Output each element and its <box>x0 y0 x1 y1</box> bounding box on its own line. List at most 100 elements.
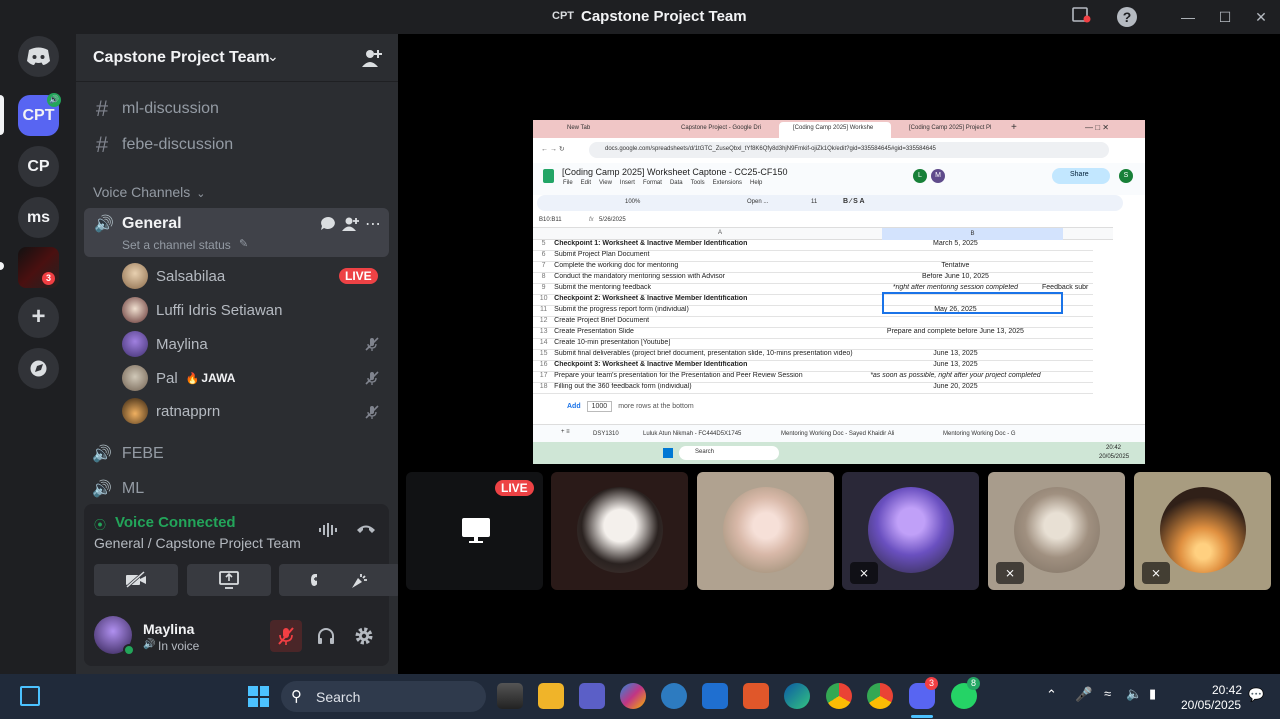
clock-time[interactable]: 20:42 <box>1212 683 1242 697</box>
cell-b[interactable] <box>869 339 1042 349</box>
menu-file[interactable]: File <box>563 180 573 186</box>
sheet-row[interactable]: 15 Submit final deliverables (project bri… <box>533 350 1093 361</box>
cell-b[interactable]: June 13, 2025 <box>869 350 1042 360</box>
font-size-input[interactable]: 11 <box>811 199 817 205</box>
cell-a[interactable]: Create Presentation Slide <box>554 328 869 338</box>
widgets-icon[interactable] <box>20 686 40 706</box>
taskbar-search[interactable]: ⚲ Search <box>281 681 486 712</box>
microphone-icon[interactable]: 🎤 <box>1075 686 1092 703</box>
menu-edit[interactable]: Edit <box>581 180 591 186</box>
mute-mic-button[interactable] <box>270 620 302 652</box>
cell-a[interactable]: Complete the working doc for mentoring <box>554 262 869 272</box>
server-image-icon[interactable]: 3 <box>18 247 59 288</box>
sheet-row[interactable]: 16 Checkpoint 3: Worksheet & Inactive Mem… <box>533 361 1093 372</box>
server-ms[interactable]: ms <box>18 197 59 238</box>
address-bar[interactable]: docs.google.com/spreadsheets/d/1tGTC_Zus… <box>589 142 1109 158</box>
add-rows-button[interactable]: Add <box>567 403 581 410</box>
menu-format[interactable]: Format <box>643 180 662 186</box>
whatsapp-icon[interactable]: 8 <box>951 677 980 709</box>
browser-tab[interactable]: Capstone Project - Google Dri <box>681 125 761 131</box>
voice-location[interactable]: General / Capstone Project Team <box>94 535 301 551</box>
menu-extensions[interactable]: Extensions <box>713 180 742 186</box>
sheet-grid[interactable]: 5 Checkpoint 1: Worksheet & Inactive Memb… <box>533 240 1113 396</box>
inbox-icon[interactable] <box>1070 6 1092 28</box>
more-options-icon[interactable]: ⋯ <box>365 214 381 234</box>
add-rows-input[interactable]: 1000 <box>586 401 613 412</box>
cell-a[interactable]: Submit the progress report form (individ… <box>554 306 869 316</box>
voice-member-luffi[interactable]: Luffi Idris Setiawan <box>122 295 282 325</box>
column-b-header[interactable]: B <box>882 228 1063 240</box>
cell-a[interactable]: Checkpoint 3: Worksheet & Inactive Membe… <box>554 361 869 371</box>
sheet-row[interactable]: 8 Conduct the mandatory mentoring session… <box>533 273 1093 284</box>
volume-icon[interactable]: 🔈 <box>1126 686 1142 702</box>
sheet-row[interactable]: 14 Create 10-min presentation [Youtube] <box>533 339 1093 350</box>
cell-c[interactable] <box>1042 328 1093 338</box>
cell-c[interactable] <box>1042 251 1093 261</box>
maximize-icon[interactable]: ☐ <box>1214 6 1236 28</box>
sheet-tab[interactable]: Luluk Atun Nikmah - FC444D5X1745 <box>643 431 741 437</box>
name-box[interactable]: B10:B11 <box>539 217 562 223</box>
server-header[interactable]: Capstone Project Team ⌄ <box>76 34 398 82</box>
sheet-tab[interactable]: DSY1310 <box>593 431 619 437</box>
cell-b[interactable]: Prepare and complete before June 13, 202… <box>869 328 1042 338</box>
cell-a[interactable]: Checkpoint 1: Worksheet & Inactive Membe… <box>554 240 869 250</box>
cell-a[interactable]: Conduct the mandatory mentoring session … <box>554 273 869 283</box>
task-view-icon[interactable] <box>497 683 523 709</box>
windows-start-icon[interactable] <box>248 686 269 707</box>
voice-member-maylina[interactable]: Maylina <box>122 329 208 359</box>
sheet-row[interactable]: 7 Complete the working doc for mentoring T… <box>533 262 1093 273</box>
font-select[interactable]: Open ... <box>747 199 768 205</box>
invite-people-icon[interactable] <box>361 48 383 73</box>
menu-tools[interactable]: Tools <box>691 180 705 186</box>
cell-b[interactable] <box>869 317 1042 327</box>
participant-tile-luffi[interactable] <box>551 472 688 590</box>
app-icon-orange[interactable] <box>743 683 769 709</box>
cell-c[interactable] <box>1042 339 1093 349</box>
deafen-button[interactable] <box>310 620 342 652</box>
discord-home-icon[interactable] <box>18 36 59 77</box>
voice-channel-ml[interactable]: 🔊 ML <box>92 474 144 504</box>
camera-off-button[interactable] <box>94 564 178 596</box>
cell-c[interactable] <box>1042 240 1093 250</box>
voice-channels-category[interactable]: Voice Channels ⌄ <box>93 184 205 200</box>
cell-b[interactable]: June 20, 2025 <box>869 383 1042 393</box>
cell-c[interactable] <box>1042 273 1093 283</box>
sheet-row[interactable]: 17 Prepare your team's presentation for t… <box>533 372 1093 383</box>
browser-active-tab[interactable]: [Coding Camp 2025] Workshe <box>779 122 891 138</box>
sheet-tab[interactable]: Mentoring Working Doc - G <box>943 431 1016 437</box>
cell-c[interactable] <box>1042 383 1093 393</box>
voice-member-pal[interactable]: Pal 🔥 JAWA <box>122 363 235 393</box>
cell-a[interactable]: Checkpoint 2: Worksheet & Inactive Membe… <box>554 295 869 305</box>
user-settings-button[interactable] <box>348 620 380 652</box>
participant-tile-ratnapprn[interactable]: ⨯ <box>1134 472 1271 590</box>
cell-b[interactable]: March 5, 2025 <box>869 240 1042 250</box>
cell-a[interactable]: Prepare your team's presentation for the… <box>554 372 869 382</box>
browser-tab[interactable]: [Coding Camp 2025] Project Pl <box>909 125 991 131</box>
sheet-row[interactable]: 18 Filling out the 360 feedback form (ind… <box>533 383 1093 394</box>
channel-status-input[interactable]: Set a channel status <box>122 238 231 252</box>
share-button[interactable]: Share <box>1052 168 1110 184</box>
cell-a[interactable]: Create Project Brief Document <box>554 317 869 327</box>
sheet-tab[interactable]: Mentoring Working Doc - Sayed Khaidir Al… <box>781 431 894 437</box>
cell-c[interactable] <box>1042 372 1093 382</box>
chrome-icon[interactable] <box>826 683 852 709</box>
sheet-row[interactable]: 5 Checkpoint 1: Worksheet & Inactive Memb… <box>533 240 1093 251</box>
help-icon[interactable]: ? <box>1116 6 1138 28</box>
cell-b[interactable] <box>869 251 1042 261</box>
doc-title[interactable]: [Coding Camp 2025] Worksheet Captone - C… <box>562 167 787 177</box>
file-explorer-icon[interactable] <box>538 683 564 709</box>
edge-icon[interactable] <box>784 683 810 709</box>
voice-member-salsabilaa[interactable]: Salsabilaa <box>122 261 225 291</box>
cell-b[interactable]: *as soon as possible, right after your p… <box>869 372 1042 382</box>
zoom-select[interactable]: 100% <box>625 199 640 205</box>
cell-c[interactable] <box>1042 361 1093 371</box>
cell-a[interactable]: Filling out the 360 feedback form (indiv… <box>554 383 869 393</box>
voice-member-ratnapprn[interactable]: ratnapprn <box>122 396 220 426</box>
server-cpt[interactable]: CPT 🔊 <box>18 93 61 136</box>
discover-icon[interactable] <box>18 348 59 389</box>
add-sheet-icon[interactable]: + ≡ <box>561 429 570 435</box>
clock-date[interactable]: 20/05/2025 <box>1181 698 1241 712</box>
screen-share-button[interactable] <box>187 564 271 596</box>
voice-channel-general[interactable]: 🔊 General Set a channel status ✎ ⋯ <box>84 208 389 257</box>
account-avatar[interactable]: S <box>1119 169 1133 183</box>
